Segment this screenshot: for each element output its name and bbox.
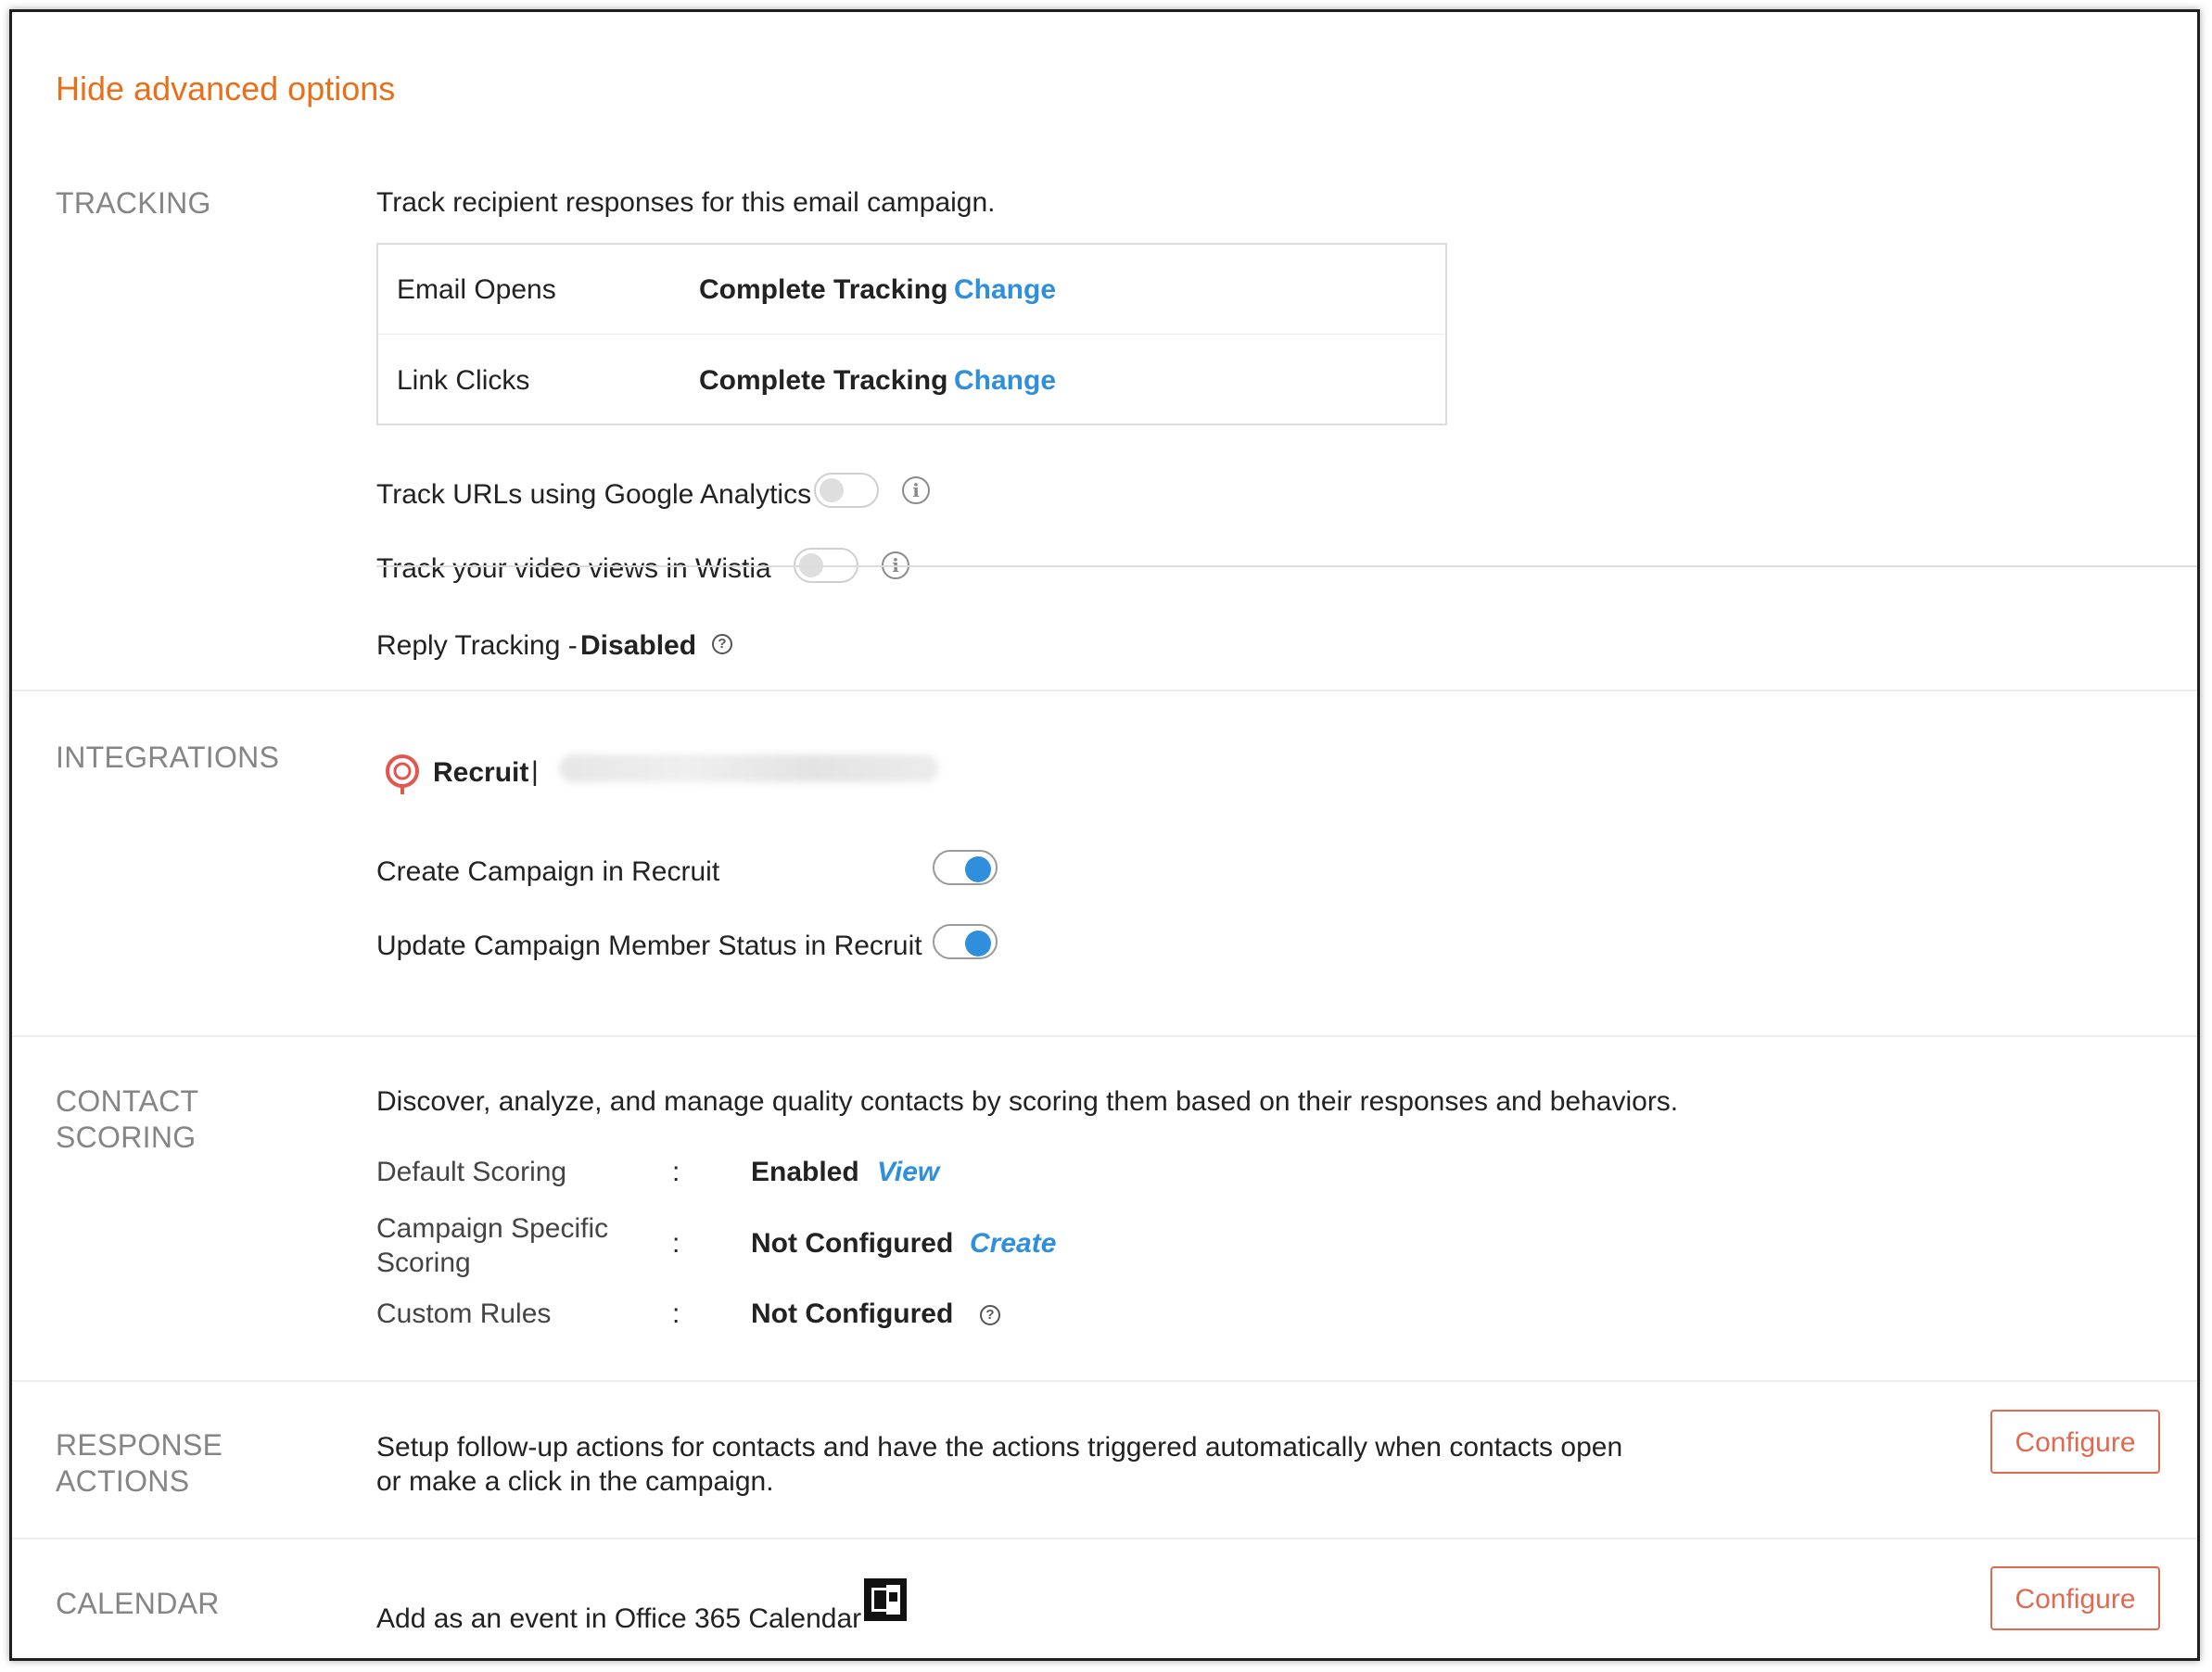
update-member-status-toggle[interactable] [933, 924, 998, 959]
custom-rules-help-icon[interactable]: ? [980, 1305, 1000, 1325]
section-divider [12, 690, 2197, 691]
campaign-specific-scoring-label: Campaign Specific Scoring [376, 1211, 608, 1280]
response-actions-description-line1: Setup follow-up actions for contacts and… [376, 1432, 1623, 1463]
reply-tracking-label: Reply Tracking - [376, 630, 578, 661]
email-opens-label: Email Opens [397, 274, 556, 305]
contact-scoring-section-label: CONTACT SCORING [56, 1083, 198, 1156]
reply-tracking-value: Disabled [580, 630, 697, 661]
contact-scoring-label-line2: SCORING [56, 1121, 197, 1154]
campaign-specific-scoring-label-line2: Scoring [376, 1248, 471, 1278]
google-analytics-label: Track URLs using Google Analytics [376, 479, 812, 510]
google-analytics-info-icon[interactable]: i [902, 476, 930, 504]
hide-advanced-options-link[interactable]: Hide advanced options [56, 70, 395, 108]
tracking-description: Track recipient responses for this email… [376, 187, 996, 218]
scoring-colon: : [672, 1298, 680, 1329]
scoring-colon: : [672, 1228, 680, 1259]
response-actions-description-line2: or make a click in the campaign. [376, 1466, 774, 1497]
update-member-status-label: Update Campaign Member Status in Recruit [376, 931, 922, 961]
create-campaign-label: Create Campaign in Recruit [376, 856, 720, 887]
recruit-app-name: Recruit [433, 757, 529, 788]
response-actions-label-line2: ACTIONS [56, 1464, 190, 1498]
link-clicks-change-link[interactable]: Change [954, 365, 1056, 397]
section-divider [12, 1380, 2197, 1382]
office365-calendar-icon [864, 1578, 907, 1621]
wistia-overlay-divider [376, 565, 2197, 567]
calendar-section-label: CALENDAR [56, 1587, 220, 1620]
google-analytics-toggle[interactable] [814, 473, 879, 508]
recruit-separator: | [531, 756, 539, 787]
tracking-section-label: TRACKING [56, 186, 211, 220]
integrations-section-label: INTEGRATIONS [56, 741, 280, 774]
response-actions-description: Setup follow-up actions for contacts and… [376, 1430, 1622, 1499]
email-opens-value: Complete Tracking [699, 274, 948, 305]
section-divider [12, 1538, 2197, 1539]
contact-scoring-label-line1: CONTACT [56, 1084, 199, 1118]
link-clicks-value: Complete Tracking [699, 365, 948, 396]
campaign-specific-scoring-value: Not Configured [751, 1228, 954, 1259]
tracking-table-divider [378, 334, 1445, 335]
response-actions-section-label: RESPONSE ACTIONS [56, 1427, 222, 1500]
contact-scoring-description: Discover, analyze, and manage quality co… [376, 1086, 1679, 1117]
calendar-configure-button[interactable]: Configure [1990, 1566, 2160, 1630]
section-divider [12, 1035, 2197, 1037]
create-campaign-toggle[interactable] [933, 850, 998, 885]
response-actions-label-line1: RESPONSE [56, 1428, 223, 1462]
recruit-logo-icon [386, 754, 419, 794]
default-scoring-value: Enabled [751, 1157, 859, 1187]
wistia-label: Track your video views in Wistia [376, 553, 771, 584]
campaign-specific-scoring-label-line1: Campaign Specific [376, 1213, 609, 1244]
redacted-account-name [559, 754, 939, 782]
reply-tracking-help-icon[interactable]: ? [712, 634, 732, 654]
custom-rules-value: Not Configured [751, 1298, 954, 1329]
response-actions-configure-button[interactable]: Configure [1990, 1410, 2160, 1474]
advanced-options-panel: Hide advanced options TRACKING Track rec… [9, 9, 2200, 1661]
link-clicks-label: Link Clicks [397, 365, 530, 396]
default-scoring-view-link[interactable]: View [877, 1157, 939, 1188]
scoring-colon: : [672, 1157, 680, 1187]
default-scoring-label: Default Scoring [376, 1157, 567, 1187]
tracking-table: Email Opens Complete Tracking Change Lin… [376, 243, 1447, 425]
email-opens-change-link[interactable]: Change [954, 274, 1056, 306]
custom-rules-label: Custom Rules [376, 1298, 552, 1329]
campaign-specific-scoring-create-link[interactable]: Create [970, 1228, 1056, 1260]
calendar-description: Add as an event in Office 365 Calendar [376, 1603, 862, 1634]
